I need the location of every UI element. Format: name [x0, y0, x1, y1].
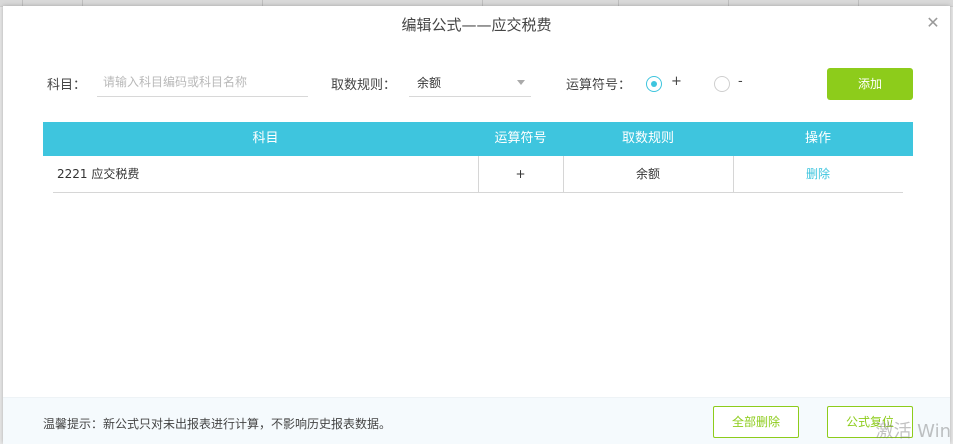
column-header-action: 操作	[804, 131, 831, 146]
delete-all-button[interactable]: 全部删除	[713, 406, 799, 438]
footer-tip: 温馨提示：新公式只对未出报表进行计算，不影响历史报表数据。	[43, 417, 392, 431]
operator-minus-label: -	[738, 74, 743, 89]
column-header-subject: 科目	[252, 131, 279, 146]
operator-minus-radio[interactable]	[714, 76, 730, 92]
rule-label: 取数规则：	[331, 78, 397, 93]
os-activation-watermark: 激活 Win	[875, 421, 951, 442]
chevron-down-icon	[517, 80, 525, 85]
operator-label: 运算符号：	[566, 78, 632, 93]
rule-select[interactable]: 余额	[409, 68, 531, 97]
row-operator: +	[515, 167, 526, 181]
add-button[interactable]: 添加	[827, 68, 913, 100]
edit-formula-dialog: 编辑公式——应交税费 ✕ 科目： 取数规则： 余额 运算符号： + - 添加 科…	[3, 6, 950, 444]
column-header-operator: 运算符号	[494, 131, 547, 146]
operator-plus-label: +	[671, 74, 682, 89]
close-icon[interactable]: ✕	[924, 14, 942, 32]
row-subject: 2221 应交税费	[57, 167, 140, 181]
delete-row-link[interactable]: 删除	[806, 167, 830, 181]
column-header-rule: 取数规则	[621, 131, 674, 146]
table-row: 2221 应交税费 + 余额 删除	[53, 156, 903, 193]
table-header: 科目 运算符号 取数规则 操作	[43, 122, 913, 156]
row-action-cell: 删除	[733, 156, 903, 192]
dialog-footer: 温馨提示：新公式只对未出报表进行计算，不影响历史报表数据。 全部删除 公式复位	[3, 397, 950, 444]
subject-label: 科目：	[47, 78, 87, 93]
subject-search-input[interactable]	[97, 68, 308, 97]
operator-plus-radio[interactable]	[646, 76, 662, 92]
rule-select-value: 余额	[417, 76, 442, 90]
row-rule: 余额	[635, 167, 660, 181]
formula-table: 科目 运算符号 取数规则 操作 2221 应交税费 + 余额 删除	[43, 122, 913, 193]
dialog-title: 编辑公式——应交税费	[401, 16, 552, 34]
